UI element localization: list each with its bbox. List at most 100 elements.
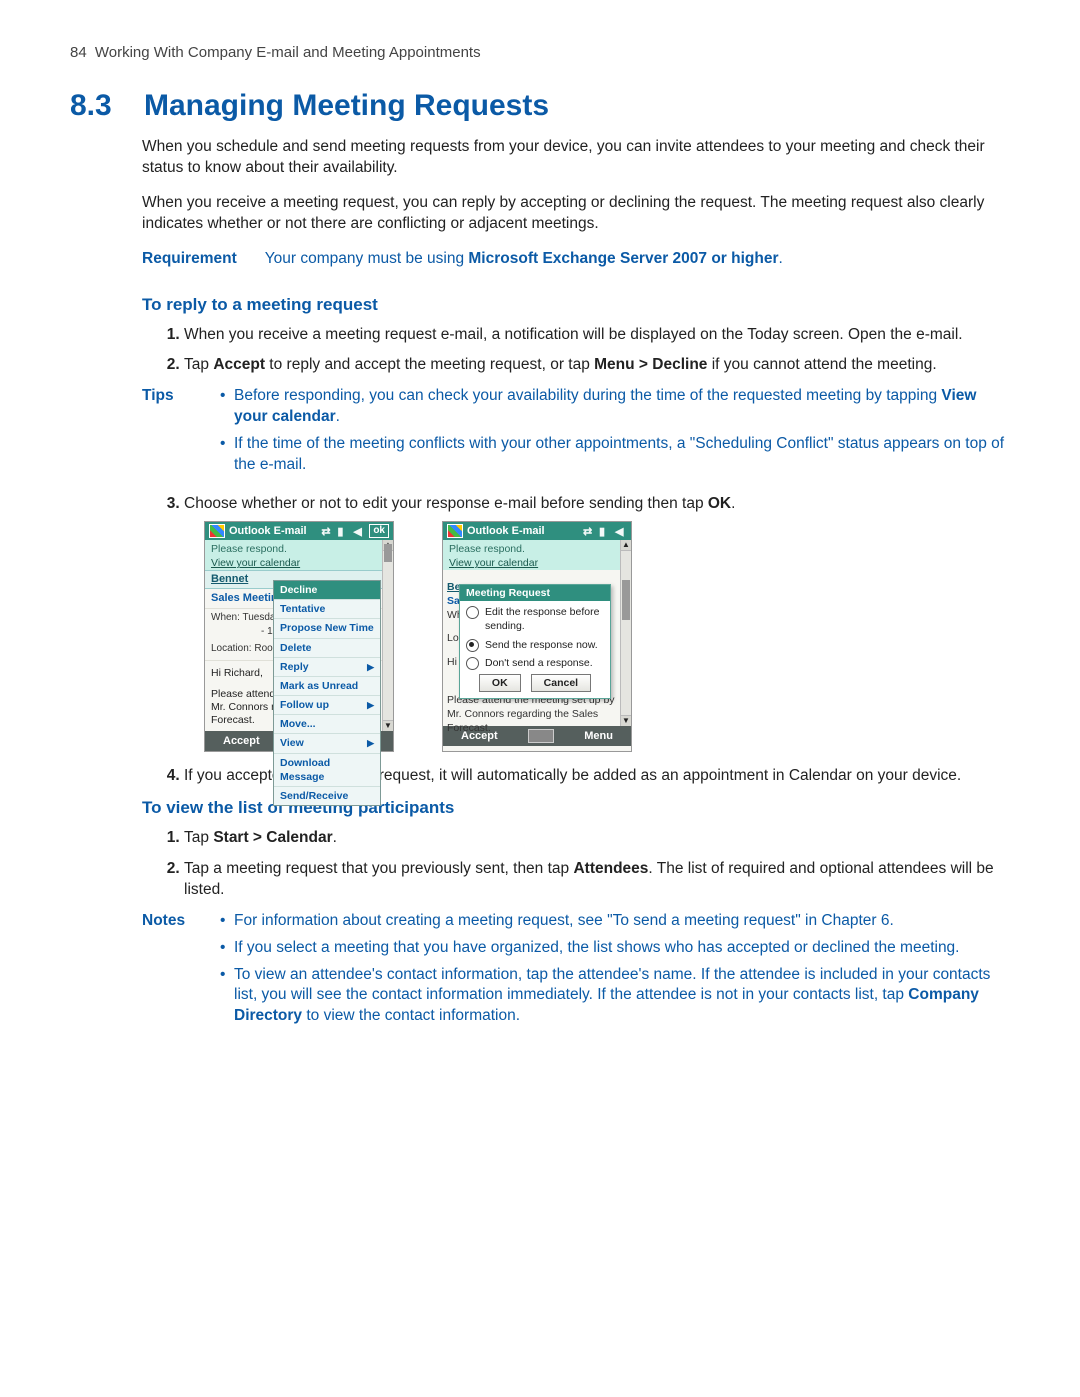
dialog-cancel-button[interactable]: Cancel bbox=[531, 674, 591, 692]
phone2-respond-bar: Please respond. View your calendar bbox=[443, 540, 631, 570]
menu-item-tentative[interactable]: Tentative bbox=[274, 600, 380, 619]
running-head-text: Working With Company E-mail and Meeting … bbox=[95, 44, 481, 61]
reply-steps: When you receive a meeting request e-mai… bbox=[142, 325, 1010, 377]
requirement-row: Requirement Your company must be using M… bbox=[142, 249, 1010, 270]
windows-flag-icon bbox=[209, 524, 225, 538]
scrollbar[interactable]: ▲ ▼ bbox=[382, 540, 393, 731]
participants-step-1: Tap Start > Calendar. bbox=[184, 828, 1010, 849]
notes-row: Notes For information about creating a m… bbox=[142, 911, 1010, 1034]
scroll-down-icon[interactable]: ▼ bbox=[383, 720, 393, 731]
reply-step-2-before: Tap bbox=[184, 356, 213, 373]
note-3: To view an attendee's contact informatio… bbox=[220, 965, 1010, 1028]
running-head: 84 Working With Company E-mail and Meeti… bbox=[70, 44, 1010, 61]
page: 84 Working With Company E-mail and Meeti… bbox=[0, 0, 1080, 1397]
section-title: Managing Meeting Requests bbox=[144, 89, 549, 123]
reply-steps-cont: Choose whether or not to edit your respo… bbox=[142, 494, 1010, 787]
phone1-titlebar: Outlook E-mail ⇄ ▮ ◀ ok bbox=[205, 522, 393, 540]
scroll-up-icon[interactable]: ▲ bbox=[621, 540, 631, 551]
titlebar-ok-button[interactable]: ok bbox=[369, 524, 389, 538]
scroll-thumb[interactable] bbox=[622, 580, 630, 620]
please-respond-text: Please respond. bbox=[449, 543, 525, 555]
dialog-buttons: OK Cancel bbox=[466, 674, 604, 692]
scroll-down-icon[interactable]: ▼ bbox=[621, 715, 631, 726]
please-respond-text: Please respond. bbox=[211, 543, 287, 555]
reply-step-3: Choose whether or not to edit your respo… bbox=[184, 494, 1010, 752]
dialog-body: Edit the response before sending. Send t… bbox=[460, 601, 610, 698]
phone1-body: Please respond. View your calendar Benne… bbox=[205, 540, 393, 731]
attendees-label: Attendees bbox=[573, 860, 648, 877]
menu-item-download-message[interactable]: Download Message bbox=[274, 754, 380, 787]
scrollbar[interactable]: ▲ ▼ bbox=[620, 540, 631, 726]
dialog-title: Meeting Request bbox=[460, 585, 610, 601]
reply-step-3-before: Choose whether or not to edit your respo… bbox=[184, 495, 708, 512]
reply-step-2-mid: to reply and accept the meeting request,… bbox=[265, 356, 594, 373]
menu-item-decline[interactable]: Decline bbox=[274, 581, 380, 600]
softkey-accept[interactable]: Accept bbox=[223, 734, 260, 749]
menu-item-view[interactable]: View▶ bbox=[274, 734, 380, 753]
notes-label: Notes bbox=[142, 911, 184, 1034]
menu-item-send-receive[interactable]: Send/Receive bbox=[274, 787, 380, 805]
participants-step-1-before: Tap bbox=[184, 829, 213, 846]
phone-screenshots: Outlook E-mail ⇄ ▮ ◀ ok Please respond. … bbox=[204, 521, 1010, 752]
tip-2: If the time of the meeting conflicts wit… bbox=[220, 434, 1010, 476]
radio-icon bbox=[466, 606, 479, 619]
page-number: 84 bbox=[70, 44, 87, 61]
phone1-title: Outlook E-mail bbox=[229, 524, 307, 539]
participants-step-2: Tap a meeting request that you previousl… bbox=[184, 859, 1010, 901]
notes-list: For information about creating a meeting… bbox=[202, 911, 1010, 1034]
dialog-ok-button[interactable]: OK bbox=[479, 674, 521, 692]
phone1-respond-bar: Please respond. View your calendar bbox=[205, 540, 393, 570]
view-your-calendar-link[interactable]: View your calendar bbox=[211, 556, 387, 570]
view-your-calendar-link[interactable]: View your calendar bbox=[449, 556, 625, 570]
menu-item-reply[interactable]: Reply ▶ bbox=[274, 658, 380, 677]
intro-para-2: When you receive a meeting request, you … bbox=[142, 193, 1010, 235]
chevron-right-icon: ▶ bbox=[367, 661, 374, 673]
section-header: 8.3 Managing Meeting Requests bbox=[70, 89, 1010, 123]
tips-list: Before responding, you can check your av… bbox=[202, 386, 1010, 482]
requirement-text: Your company must be using Microsoft Exc… bbox=[265, 249, 783, 270]
menu-item-move[interactable]: Move... bbox=[274, 715, 380, 734]
ok-label: OK bbox=[708, 495, 731, 512]
section-body: When you schedule and send meeting reque… bbox=[142, 137, 1010, 1033]
radio-send-now-label: Send the response now. bbox=[485, 638, 598, 652]
section-number: 8.3 bbox=[70, 89, 126, 123]
tips-label: Tips bbox=[142, 386, 184, 482]
reply-step-2-after: if you cannot attend the meeting. bbox=[707, 356, 936, 373]
requirement-text-before: Your company must be using bbox=[265, 250, 469, 267]
context-menu: Decline Tentative Propose New Time Delet… bbox=[273, 580, 381, 806]
phone2-body: Please respond. View your calendar Be Sa… bbox=[443, 540, 631, 726]
menu-item-follow-up[interactable]: Follow up▶ bbox=[274, 696, 380, 715]
signal-icon: ▮ bbox=[337, 525, 349, 537]
menu-decline-label: Menu > Decline bbox=[594, 356, 707, 373]
menu-item-reply-label: Reply bbox=[280, 660, 309, 674]
radio-send-now[interactable]: Send the response now. bbox=[466, 638, 604, 652]
volume-icon: ◀ bbox=[615, 525, 627, 537]
sync-icon: ⇄ bbox=[321, 525, 333, 537]
requirement-text-strong: Microsoft Exchange Server 2007 or higher bbox=[468, 250, 778, 267]
reply-subhead: To reply to a meeting request bbox=[142, 294, 1010, 317]
participants-step-2-before: Tap a meeting request that you previousl… bbox=[184, 860, 573, 877]
chevron-right-icon: ▶ bbox=[367, 737, 374, 749]
tips-row: Tips Before responding, you can check yo… bbox=[142, 386, 1010, 482]
participants-steps: Tap Start > Calendar. Tap a meeting requ… bbox=[142, 828, 1010, 901]
sync-icon: ⇄ bbox=[583, 525, 595, 537]
intro-para-1: When you schedule and send meeting reque… bbox=[142, 137, 1010, 179]
tip-1-before: Before responding, you can check your av… bbox=[234, 387, 941, 404]
bg-line3: Mr. Connors regarding the Sales bbox=[447, 707, 617, 721]
menu-item-delete[interactable]: Delete bbox=[274, 639, 380, 658]
phone2-title: Outlook E-mail bbox=[467, 524, 545, 539]
menu-item-propose-new-time[interactable]: Propose New Time bbox=[274, 619, 380, 638]
radio-edit-response-label: Edit the response before sending. bbox=[485, 605, 604, 633]
chevron-right-icon: ▶ bbox=[367, 699, 374, 711]
reply-step-1: When you receive a meeting request e-mai… bbox=[184, 325, 1010, 346]
radio-edit-response[interactable]: Edit the response before sending. bbox=[466, 605, 604, 633]
radio-dont-send-label: Don't send a response. bbox=[485, 656, 593, 670]
windows-flag-icon bbox=[447, 524, 463, 538]
volume-icon: ◀ bbox=[353, 525, 365, 537]
scroll-thumb[interactable] bbox=[384, 544, 392, 562]
radio-icon bbox=[466, 657, 479, 670]
note-3-after: to view the contact information. bbox=[302, 1007, 520, 1024]
menu-item-mark-unread[interactable]: Mark as Unread bbox=[274, 677, 380, 696]
radio-dont-send[interactable]: Don't send a response. bbox=[466, 656, 604, 670]
reply-step-2: Tap Accept to reply and accept the meeti… bbox=[184, 355, 1010, 376]
